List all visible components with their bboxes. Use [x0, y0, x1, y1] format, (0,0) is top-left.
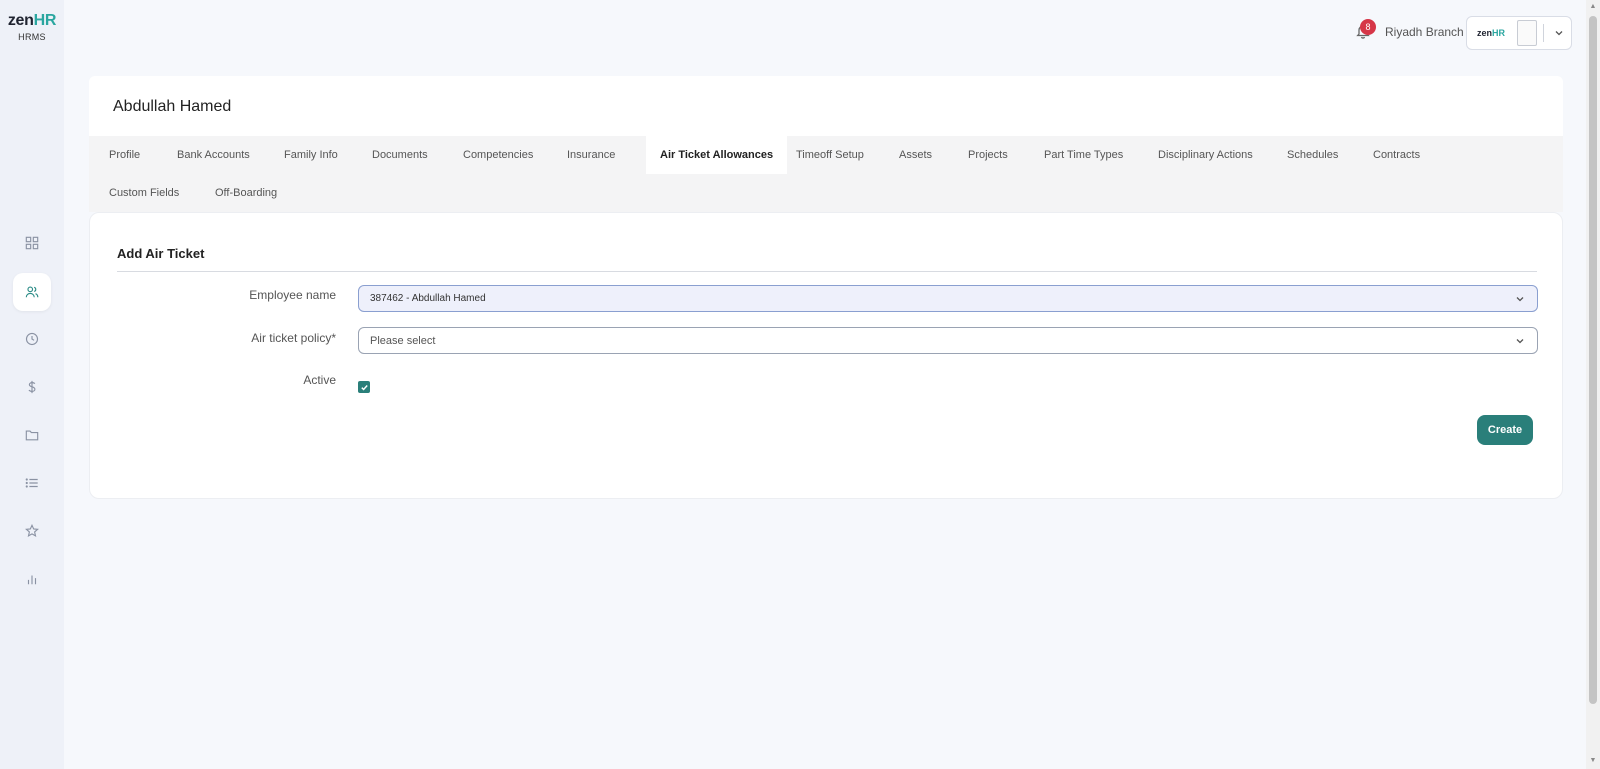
chevron-down-icon: [1515, 294, 1525, 304]
active-label: Active: [303, 373, 336, 387]
logo-subtitle: HRMS: [18, 32, 46, 42]
scrollbar-thumb[interactable]: [1589, 16, 1597, 704]
page-scrollbar[interactable]: ▲ ▼: [1586, 0, 1600, 769]
user-avatar: [1517, 20, 1537, 46]
tab-family-info[interactable]: Family Info: [270, 136, 352, 174]
tab-schedules[interactable]: Schedules: [1273, 136, 1352, 174]
logo-hr-text: HR: [33, 12, 57, 29]
tab-documents[interactable]: Documents: [358, 136, 442, 174]
sidebar-item-analytics[interactable]: [13, 560, 51, 598]
dashboard-icon: [25, 236, 39, 250]
scroll-down-arrow-icon[interactable]: ▼: [1589, 757, 1597, 765]
star-icon: [25, 524, 39, 538]
employee-name-value: 387462 - Abdullah Hamed: [370, 293, 486, 304]
tab-profile[interactable]: Profile: [95, 136, 154, 174]
employee-name-label: Employee name: [249, 288, 336, 302]
tab-part-time-types[interactable]: Part Time Types: [1030, 136, 1137, 174]
create-button[interactable]: Create: [1477, 415, 1533, 445]
tab-air-ticket-allowances[interactable]: Air Ticket Allowances: [646, 136, 788, 174]
sidebar-item-reports-list[interactable]: [13, 464, 51, 502]
add-air-ticket-form: Add Air Ticket Employee name 387462 - Ab…: [89, 212, 1563, 499]
bar-chart-icon: [27, 575, 37, 585]
sidebar-item-documents[interactable]: [13, 416, 51, 454]
form-divider: [117, 271, 1537, 272]
sidebar-item-performance[interactable]: [13, 512, 51, 550]
tab-timeoff-setup[interactable]: Timeoff Setup: [782, 136, 878, 174]
employee-name-title: Abdullah Hamed: [113, 98, 232, 115]
chevron-down-icon[interactable]: [1554, 28, 1564, 38]
sidebar-item-payroll[interactable]: [13, 368, 51, 406]
tab-custom-fields[interactable]: Custom Fields: [95, 174, 193, 212]
folder-icon: [25, 430, 39, 441]
account-switcher[interactable]: zen HR: [1466, 16, 1572, 50]
tab-competencies[interactable]: Competencies: [449, 136, 547, 174]
account-logo-hr: HR: [1492, 28, 1505, 38]
sidebar-item-time[interactable]: [13, 320, 51, 358]
clock-icon: [25, 332, 39, 346]
list-icon: [25, 478, 38, 488]
tab-assets[interactable]: Assets: [885, 136, 946, 174]
tab-disciplinary-actions[interactable]: Disciplinary Actions: [1144, 136, 1267, 174]
air-ticket-policy-select[interactable]: Please select: [358, 327, 1538, 354]
employee-header: Abdullah Hamed: [89, 76, 1563, 136]
dollar-icon: [28, 380, 36, 394]
chevron-down-icon: [1515, 336, 1525, 346]
employee-name-select[interactable]: 387462 - Abdullah Hamed: [358, 285, 1538, 312]
tab-contracts[interactable]: Contracts: [1359, 136, 1434, 174]
form-title: Add Air Ticket: [117, 246, 205, 261]
tab-insurance[interactable]: Insurance: [553, 136, 629, 174]
sidebar-item-employees[interactable]: [13, 273, 51, 311]
active-checkbox[interactable]: [358, 381, 370, 393]
required-asterisk: *: [331, 331, 336, 345]
air-ticket-policy-label-text: Air ticket policy: [251, 331, 332, 345]
account-logo-zen: zen: [1476, 28, 1492, 38]
sidebar-item-dashboard[interactable]: [13, 224, 51, 262]
tab-projects[interactable]: Projects: [954, 136, 1022, 174]
sidebar: zenHR HRMS: [0, 0, 64, 769]
logo-zen-text: zen: [7, 12, 34, 29]
notification-count-badge: 8: [1360, 19, 1376, 35]
tab-off-boarding[interactable]: Off-Boarding: [201, 174, 291, 212]
app-logo[interactable]: zenHR HRMS: [0, 12, 64, 42]
users-icon: [25, 286, 39, 298]
branch-name[interactable]: Riyadh Branch: [1385, 25, 1464, 39]
employee-tabs: Profile Bank Accounts Family Info Docume…: [89, 136, 1563, 212]
air-ticket-policy-placeholder: Please select: [370, 334, 436, 347]
scroll-up-arrow-icon[interactable]: ▲: [1589, 3, 1597, 11]
checkmark-icon: [360, 384, 368, 391]
account-divider: [1543, 24, 1544, 42]
tab-bank-accounts[interactable]: Bank Accounts: [163, 136, 264, 174]
air-ticket-policy-label: Air ticket policy*: [251, 331, 336, 345]
company-logo: zen HR: [1475, 22, 1507, 44]
